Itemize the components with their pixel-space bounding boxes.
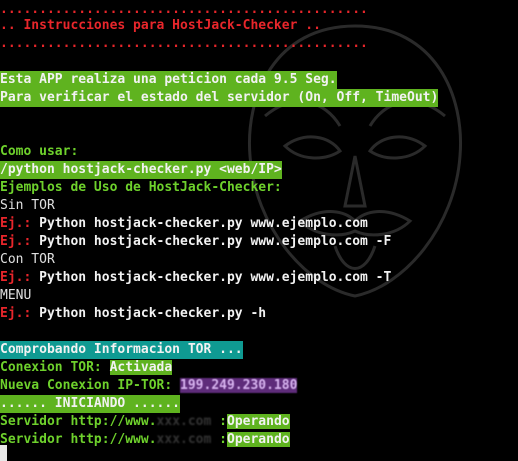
- server-host-redacted: xxx.com: [156, 414, 212, 429]
- con-tor-label: Con TOR: [0, 252, 55, 267]
- example-line-2: Ej.: Python hostjack-checker.py www.ejem…: [0, 233, 391, 251]
- menu-label: MENU: [0, 288, 32, 303]
- example-command: Python hostjack-checker.py www.ejemplo.c…: [31, 216, 368, 231]
- usage-heading: Como usar:: [0, 144, 79, 159]
- usage-syntax: /python hostjack-checker.py <web/IP>: [0, 161, 282, 179]
- server-status-line-2: Servidor http://www.xxx.com :Operando: [0, 431, 290, 449]
- conexion-tor-value: Activada: [109, 360, 173, 375]
- ej-prefix: Ej.:: [0, 270, 32, 285]
- banner-title: .. Instrucciones para HostJack-Checker .…: [0, 18, 321, 33]
- terminal-window[interactable]: ........................................…: [0, 0, 518, 461]
- example-command: Python hostjack-checker.py www.ejemplo.c…: [31, 234, 392, 249]
- example-line-1: Ej.: Python hostjack-checker.py www.ejem…: [0, 215, 368, 233]
- server-prefix: Servidor http://www.: [0, 414, 157, 429]
- nueva-ip-label: Nueva Conexion IP-TOR:: [0, 378, 173, 393]
- example-command: Python hostjack-checker.py www.ejemplo.c…: [31, 270, 392, 285]
- server-host-redacted: xxx.com: [156, 432, 212, 447]
- example-command: Python hostjack-checker.py -h: [31, 306, 267, 321]
- example-line-3: Ej.: Python hostjack-checker.py www.ejem…: [0, 269, 391, 287]
- conexion-tor-label: Conexion TOR:: [0, 360, 102, 375]
- server-status-line-1: Servidor http://www.xxx.com :Operando: [0, 413, 290, 431]
- checking-tor-status: Comprobando Informacion TOR ...: [0, 341, 243, 359]
- server-separator: :: [211, 414, 227, 429]
- terminal-cursor: [0, 445, 7, 461]
- examples-heading: Ejemplos de Uso de HostJack-Checker:: [0, 180, 282, 195]
- info-line-1: Esta APP realiza una peticion cada 9.5 S…: [0, 71, 337, 89]
- server-status-badge: Operando: [227, 432, 290, 447]
- ej-prefix: Ej.:: [0, 234, 32, 249]
- conexion-tor-line: Conexion TOR: Activada: [0, 359, 173, 377]
- server-separator: :: [211, 432, 227, 447]
- server-status-badge: Operando: [227, 414, 290, 429]
- sin-tor-label: Sin TOR: [0, 198, 55, 213]
- ej-prefix: Ej.:: [0, 306, 32, 321]
- nueva-ip-value: 199.249.230.180: [180, 378, 298, 393]
- server-prefix: Servidor http://www.: [0, 432, 157, 447]
- nueva-ip-line: Nueva Conexion IP-TOR: 199.249.230.180: [0, 377, 298, 395]
- example-line-4: Ej.: Python hostjack-checker.py -h: [0, 305, 266, 323]
- info-line-2: Para verificar el estado del servidor (O…: [0, 89, 439, 107]
- banner-border-bottom: ........................................…: [0, 36, 368, 51]
- iniciando-banner: ...... INICIANDO ......: [0, 395, 181, 413]
- ej-prefix: Ej.:: [0, 216, 32, 231]
